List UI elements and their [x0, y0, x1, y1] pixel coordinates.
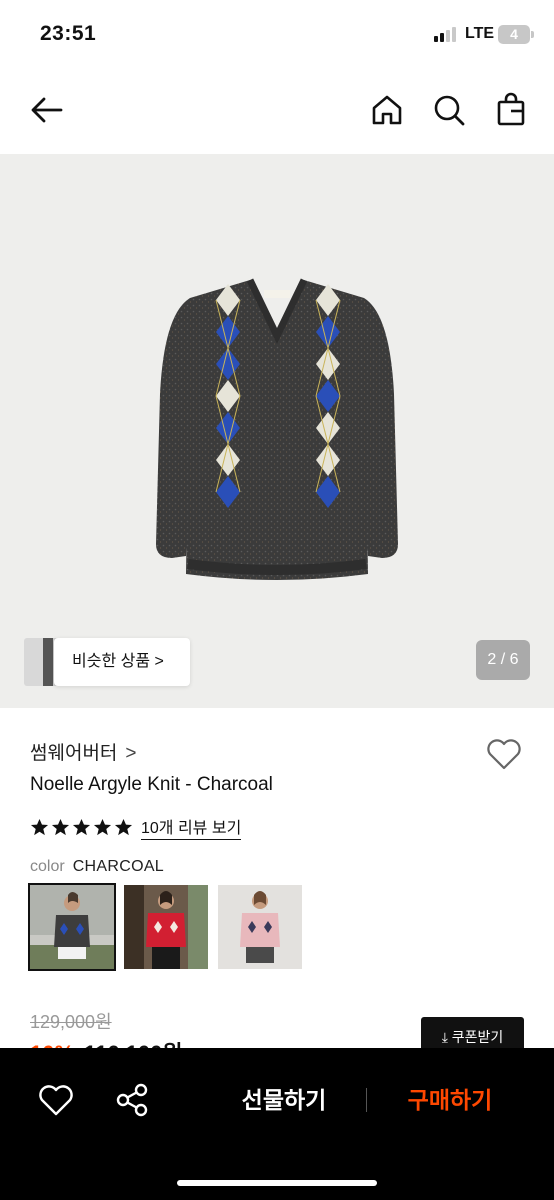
color-key: color — [30, 858, 65, 875]
wishlist-heart-icon[interactable] — [484, 736, 524, 772]
battery-icon: 4 — [498, 25, 530, 44]
search-icon[interactable] — [429, 90, 469, 130]
star-icon — [51, 818, 70, 835]
sweater-illustration — [156, 278, 398, 580]
similar-products-label: 비슷한 상품 > — [54, 638, 190, 686]
nav-header — [0, 70, 554, 154]
buy-button[interactable]: 구매하기 — [380, 1078, 520, 1122]
price-original: 129,000원 — [30, 1012, 112, 1032]
color-swatches — [28, 883, 302, 971]
color-row: color CHARCOAL — [30, 858, 164, 876]
swatch-red[interactable] — [124, 885, 208, 969]
chevron-right-icon: > — [125, 743, 137, 764]
star-icon — [114, 818, 133, 835]
swatch-pink[interactable] — [218, 885, 302, 969]
color-value: CHARCOAL — [72, 858, 164, 875]
star-icon — [72, 818, 91, 835]
battery-nub — [531, 31, 534, 38]
rating-row: 10개 리뷰 보기 — [30, 814, 242, 840]
shopping-bag-icon[interactable] — [491, 90, 531, 130]
brand-name: 썸웨어버터 — [30, 743, 118, 764]
back-arrow-icon[interactable] — [27, 90, 67, 130]
signal-icon — [434, 26, 460, 42]
status-bar: 23:51 LTE 4 — [0, 0, 554, 70]
swatch-charcoal[interactable] — [28, 883, 116, 971]
rating-stars — [30, 818, 133, 837]
status-time: 23:51 — [40, 22, 97, 45]
home-indicator — [177, 1180, 377, 1186]
gift-button[interactable]: 선물하기 — [214, 1078, 354, 1122]
product-title: Noelle Argyle Knit - Charcoal — [30, 774, 273, 795]
share-icon[interactable] — [112, 1080, 152, 1120]
image-page-indicator: 2 / 6 — [476, 640, 530, 680]
brand-link[interactable]: 썸웨어버터 > — [30, 738, 137, 765]
star-icon — [93, 818, 112, 835]
review-link[interactable]: 10개 리뷰 보기 — [141, 814, 242, 840]
home-icon[interactable] — [367, 90, 407, 130]
network-label: LTE — [465, 25, 495, 42]
similar-products-button[interactable]: 비슷한 상품 > — [24, 638, 190, 686]
divider — [366, 1088, 367, 1112]
bottom-action-bar: 선물하기 구매하기 — [0, 1048, 554, 1200]
product-hero-image[interactable]: 비슷한 상품 > 2 / 6 — [0, 154, 554, 708]
heart-icon[interactable] — [36, 1080, 76, 1120]
star-icon — [30, 818, 49, 835]
